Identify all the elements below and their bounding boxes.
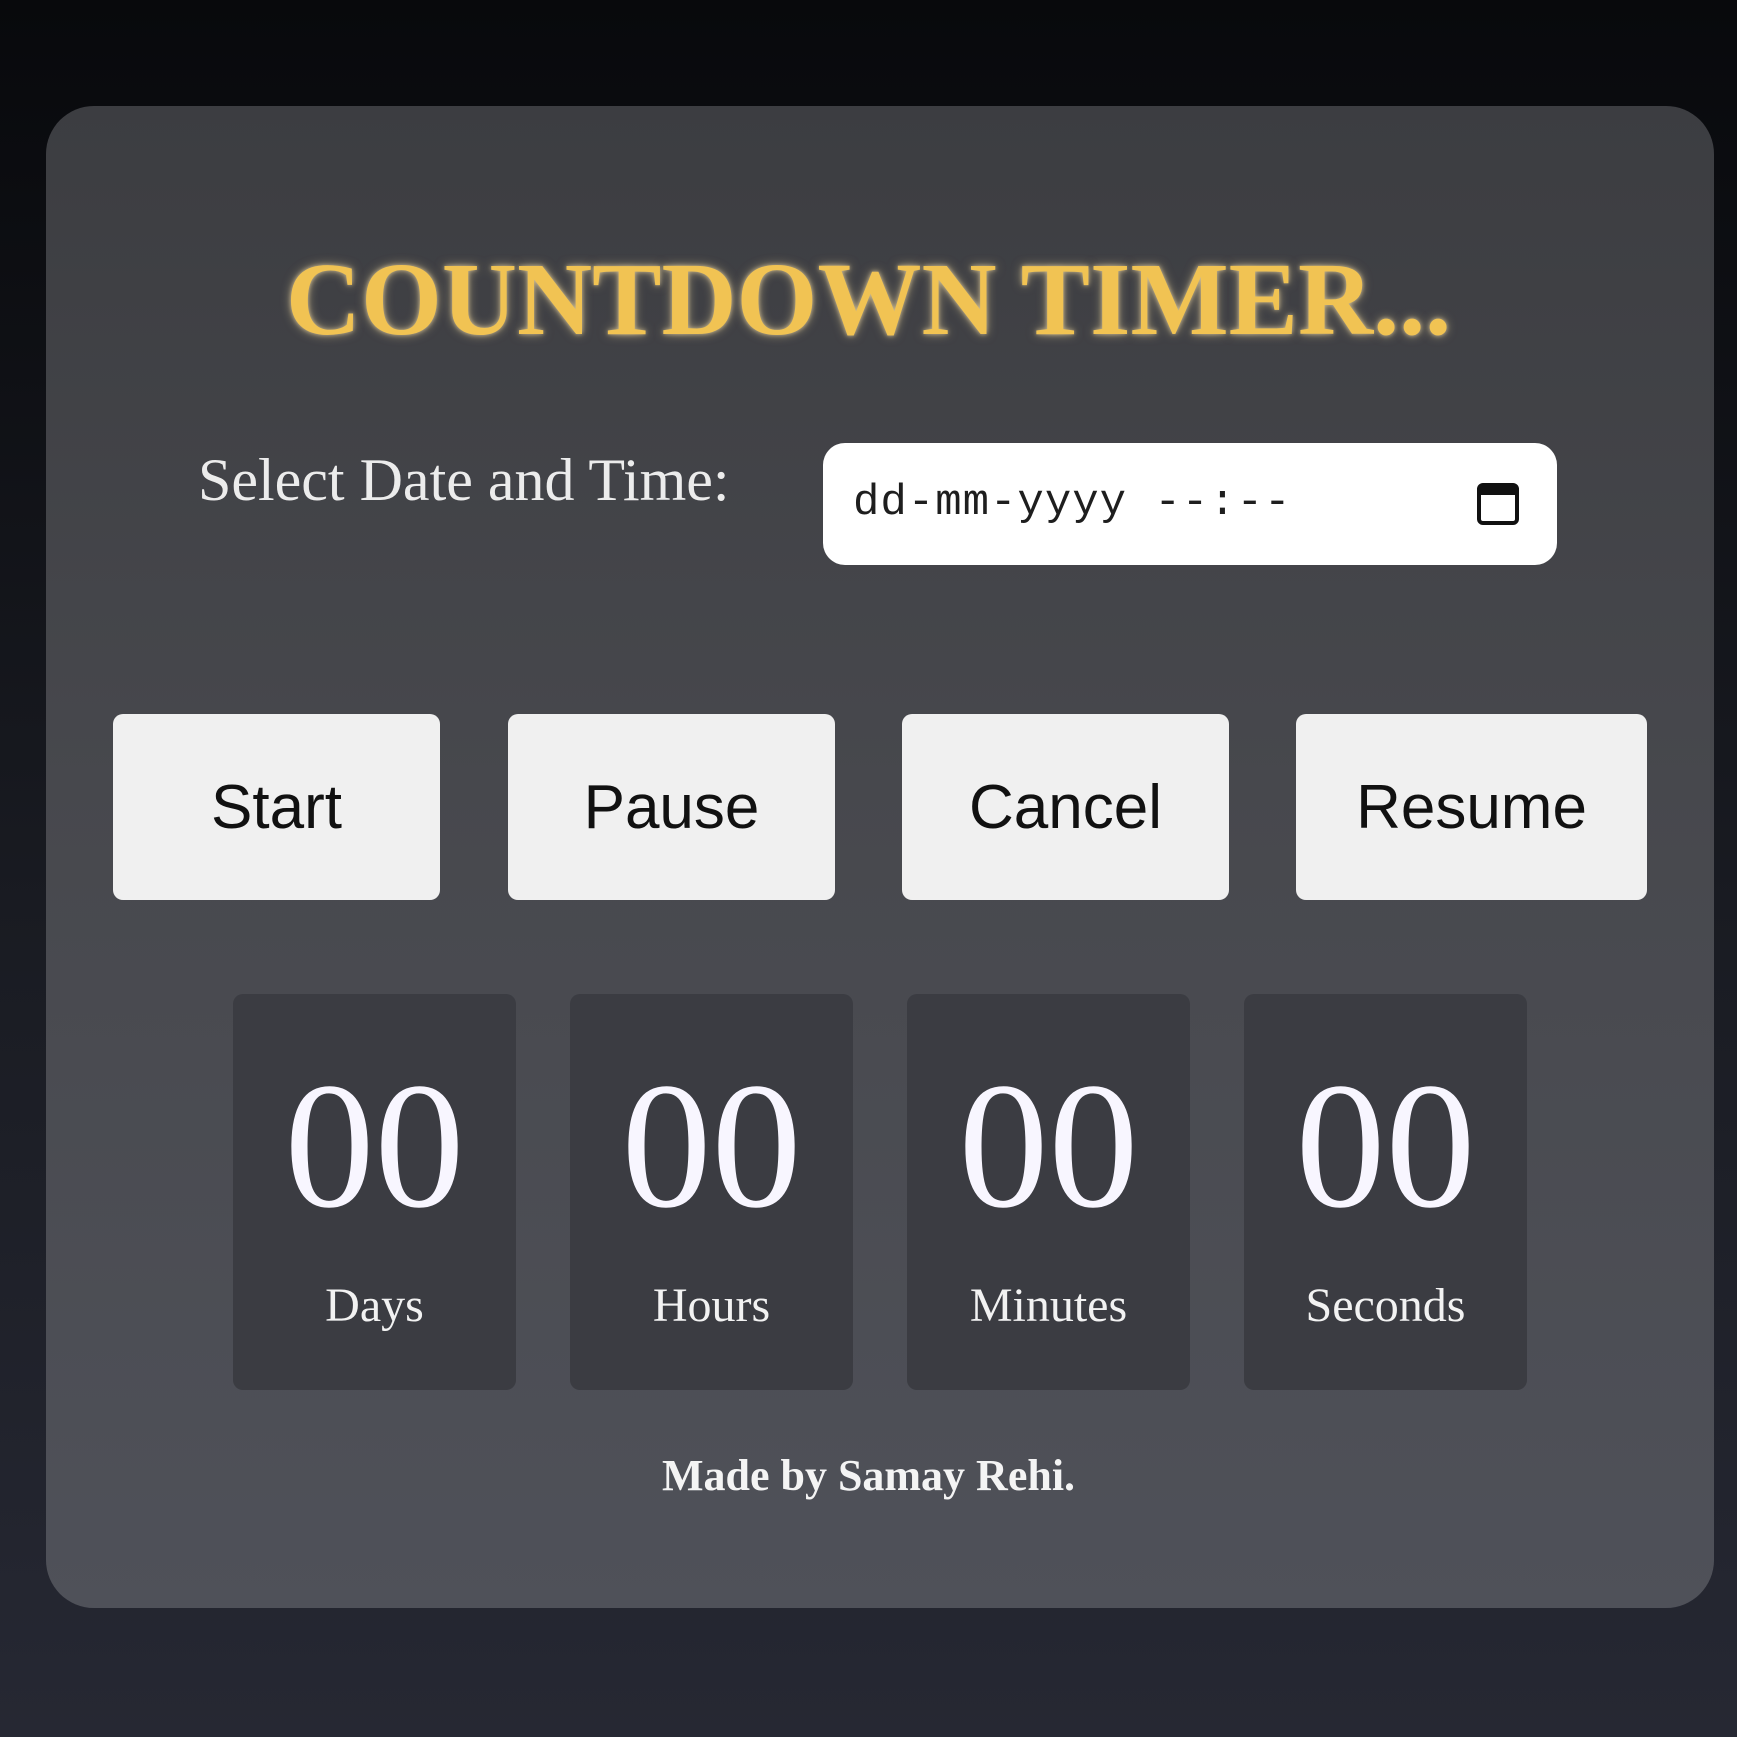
resume-button[interactable]: Resume (1296, 714, 1647, 900)
countdown-seconds: 00 Seconds (1244, 994, 1527, 1390)
pause-button[interactable]: Pause (508, 714, 835, 900)
hours-value: 00 (621, 1046, 802, 1245)
minutes-label: Minutes (969, 1279, 1128, 1332)
start-button[interactable]: Start (113, 714, 440, 900)
page-title: COUNTDOWN TIMER... (285, 242, 1452, 357)
seconds-value: 00 (1295, 1046, 1476, 1245)
days-label: Days (325, 1279, 424, 1332)
countdown-hours: 00 Hours (570, 994, 853, 1390)
seconds-label: Seconds (1305, 1279, 1466, 1332)
footer-credit: Made by Samay Rehi. (661, 1451, 1076, 1500)
days-value: 00 (284, 1046, 465, 1245)
minutes-value: 00 (958, 1046, 1139, 1245)
countdown-minutes: 00 Minutes (907, 994, 1190, 1390)
date-time-placeholder: dd-mm-yyyy --:-- (853, 478, 1292, 528)
countdown-days: 00 Days (233, 994, 516, 1390)
cancel-button[interactable]: Cancel (902, 714, 1229, 900)
date-time-label: Select Date and Time: (198, 447, 730, 513)
date-time-input[interactable]: dd-mm-yyyy --:-- (823, 443, 1557, 565)
hours-label: Hours (652, 1279, 771, 1332)
calendar-icon[interactable] (1475, 479, 1521, 527)
